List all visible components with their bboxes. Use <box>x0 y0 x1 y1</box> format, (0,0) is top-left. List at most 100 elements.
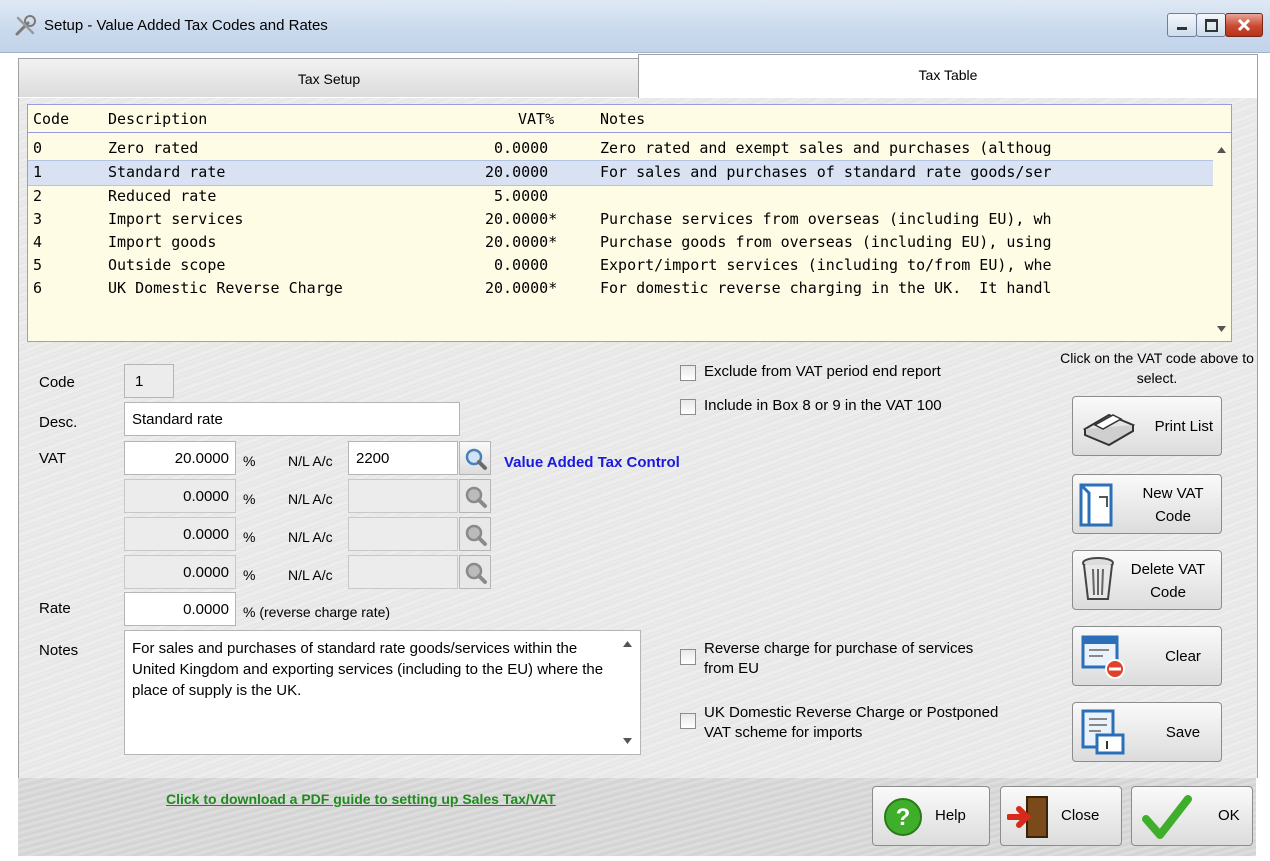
cell-code: 2 <box>33 187 43 205</box>
cell-code: 6 <box>33 279 43 297</box>
cell-vat: 20.0000* <box>485 279 558 297</box>
close-label: Close <box>1061 807 1100 824</box>
column-header-notes[interactable]: Notes <box>600 110 1230 128</box>
table-row-selected[interactable]: 1 Standard rate 20.0000 For sales and pu… <box>28 160 1213 186</box>
notes-label: Notes <box>39 642 79 659</box>
table-row[interactable]: 6 UK Domestic Reverse Charge 20.0000* Fo… <box>28 277 1213 301</box>
account-name-link[interactable]: Value Added Tax Control <box>504 454 680 471</box>
domestic-reverse-charge-checkbox[interactable] <box>680 713 696 729</box>
column-header-vat[interactable]: VAT% <box>518 110 554 128</box>
vat-rate-field-1[interactable]: 20.0000 <box>124 441 236 475</box>
exclude-report-checkbox[interactable] <box>680 365 696 381</box>
magnifier-icon <box>465 486 487 508</box>
close-icon <box>1237 18 1251 32</box>
scroll-up-icon[interactable] <box>623 641 632 647</box>
cell-code: 4 <box>33 233 43 251</box>
vat-rate-field-3[interactable]: 0.0000 <box>124 517 236 551</box>
scroll-up-icon[interactable] <box>1217 147 1226 153</box>
new-vat-code-button[interactable]: New VAT Code <box>1072 474 1222 534</box>
nl-account-label: N/L A/c <box>288 491 333 507</box>
cell-code: 3 <box>33 210 43 228</box>
nl-account-field-2[interactable] <box>348 479 458 513</box>
checkmark-icon <box>1142 795 1192 839</box>
table-row[interactable]: 2 Reduced rate 5.0000 <box>28 185 1213 209</box>
cell-description: Outside scope <box>108 256 226 274</box>
notes-textarea[interactable]: For sales and purchases of standard rate… <box>124 630 641 755</box>
nl-account-label: N/L A/c <box>288 453 333 469</box>
vat-rate-field-4[interactable]: 0.0000 <box>124 555 236 589</box>
rate-label: Rate <box>39 600 71 617</box>
list-scrollbar[interactable] <box>1213 133 1230 340</box>
cell-vat: 20.0000 <box>485 163 558 181</box>
list-header: Code Description VAT% Notes <box>28 105 1231 133</box>
clear-button[interactable]: Clear <box>1072 626 1222 686</box>
maximize-button[interactable] <box>1196 13 1226 37</box>
cell-description: Zero rated <box>108 139 199 157</box>
ok-button[interactable]: OK <box>1131 786 1253 846</box>
nl-account-field-3[interactable] <box>348 517 458 551</box>
nl-account-field-4[interactable] <box>348 555 458 589</box>
minimize-button[interactable] <box>1167 13 1197 37</box>
lookup-button-4[interactable] <box>459 555 491 589</box>
table-row[interactable]: 5 Outside scope 0.0000 Export/import ser… <box>28 254 1213 278</box>
reverse-charge-rate-field[interactable]: 0.0000 <box>124 592 236 626</box>
description-field[interactable]: Standard rate <box>124 402 460 436</box>
table-row[interactable]: 4 Import goods 20.0000* Purchase goods f… <box>28 231 1213 255</box>
print-list-label: Print List <box>1154 418 1213 435</box>
clear-label: Clear <box>1165 648 1201 665</box>
lookup-button-3[interactable] <box>459 517 491 551</box>
cell-code: 5 <box>33 256 43 274</box>
help-button[interactable]: ? Help <box>872 786 990 846</box>
table-row[interactable]: 3 Import services 20.0000* Purchase serv… <box>28 208 1213 232</box>
magnifier-icon <box>465 448 487 470</box>
close-button[interactable]: Close <box>1000 786 1122 846</box>
reverse-charge-eu-checkbox[interactable] <box>680 649 696 665</box>
new-document-icon <box>1079 483 1113 527</box>
scroll-down-icon[interactable] <box>1217 326 1226 332</box>
desc-label: Desc. <box>39 414 78 431</box>
table-row[interactable]: 0 Zero rated 0.0000 Zero rated and exemp… <box>28 137 1213 161</box>
cell-notes: Purchase goods from overseas (including … <box>600 233 1052 251</box>
percent-sign: % <box>243 529 256 545</box>
cell-notes: Purchase services from overseas (includi… <box>600 210 1052 228</box>
cell-description: Import services <box>108 210 244 228</box>
exit-door-icon <box>1007 796 1048 838</box>
column-header-description[interactable]: Description <box>108 110 207 128</box>
cell-description: Standard rate <box>108 163 226 181</box>
pdf-guide-link[interactable]: Click to download a PDF guide to setting… <box>166 791 556 807</box>
window-close-button[interactable] <box>1225 13 1263 37</box>
include-box89-label: Include in Box 8 or 9 in the VAT 100 <box>704 397 942 414</box>
exclude-report-label: Exclude from VAT period end report <box>704 363 941 380</box>
delete-vat-code-button[interactable]: Delete VAT Code <box>1072 550 1222 610</box>
delete-vat-code-label-2: Code <box>1150 584 1186 601</box>
ok-label: OK <box>1218 807 1240 824</box>
title-bar[interactable]: Setup - Value Added Tax Codes and Rates <box>0 0 1270 53</box>
column-header-code[interactable]: Code <box>33 110 69 128</box>
scroll-down-icon[interactable] <box>623 738 632 744</box>
lookup-button-2[interactable] <box>459 479 491 513</box>
save-button[interactable]: Save <box>1072 702 1222 762</box>
window-title: Setup - Value Added Tax Codes and Rates <box>44 17 328 34</box>
code-label: Code <box>39 374 75 391</box>
new-vat-code-label-1: New VAT <box>1142 485 1204 502</box>
notes-text: For sales and purchases of standard rate… <box>132 640 604 699</box>
vat-rate-field-2[interactable]: 0.0000 <box>124 479 236 513</box>
cell-notes: For sales and purchases of standard rate… <box>600 163 1052 181</box>
cell-vat: 20.0000* <box>485 210 558 228</box>
nl-account-label: N/L A/c <box>288 567 333 583</box>
help-icon: ? <box>884 798 922 836</box>
lookup-button-1[interactable] <box>459 441 491 475</box>
nl-account-field-1[interactable]: 2200 <box>348 441 458 475</box>
tab-tax-setup[interactable]: Tax Setup <box>18 58 640 97</box>
include-box89-checkbox[interactable] <box>680 399 696 415</box>
vat-label: VAT <box>39 450 66 467</box>
print-list-button[interactable]: Print List <box>1072 396 1222 456</box>
magnifier-icon <box>465 524 487 546</box>
reverse-charge-eu-label: Reverse charge for purchase of services … <box>704 640 974 677</box>
vat-code-list[interactable]: Code Description VAT% Notes 0 Zero rated… <box>27 104 1232 342</box>
nl-account-label: N/L A/c <box>288 529 333 545</box>
tab-tax-table[interactable]: Tax Table <box>638 54 1258 99</box>
code-field[interactable]: 1 <box>124 364 174 398</box>
cell-notes: Export/import services (including to/fro… <box>600 256 1052 274</box>
cell-description: Import goods <box>108 233 217 251</box>
